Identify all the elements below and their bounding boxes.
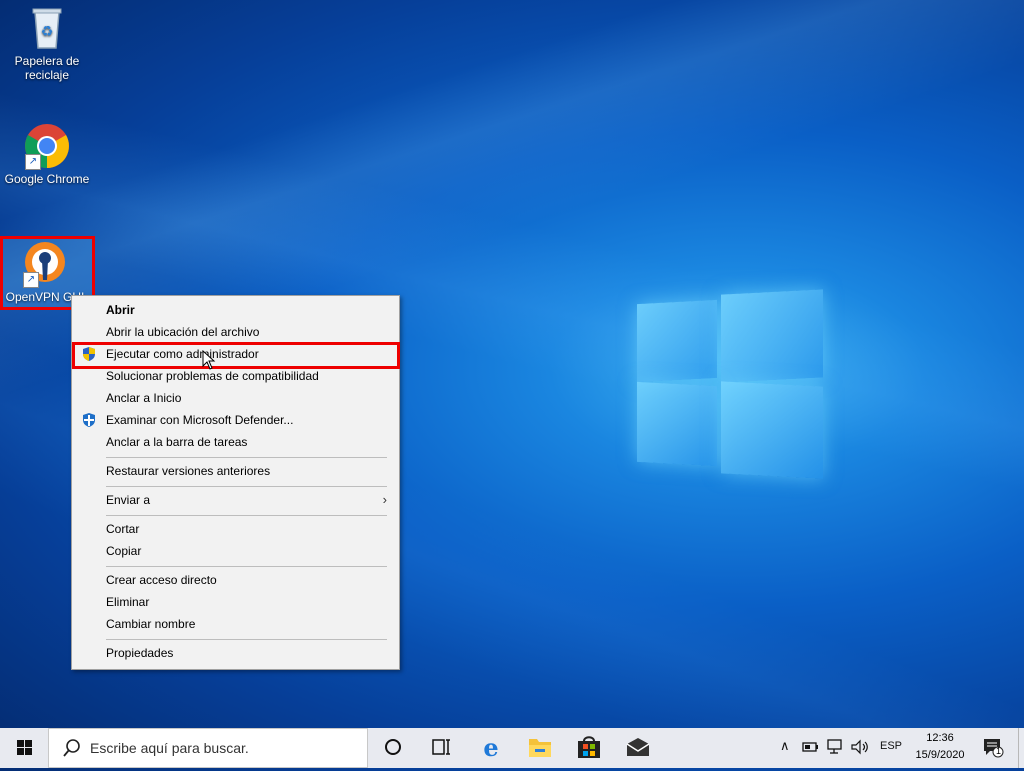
clock-time: 12:36 <box>926 732 954 744</box>
start-button[interactable] <box>0 728 48 768</box>
desktop-icon-recycle-bin[interactable]: ♻ Papelera de reciclaje <box>2 4 92 82</box>
menu-item-open[interactable]: Abrir <box>72 299 399 321</box>
menu-item-label: Propiedades <box>106 646 174 660</box>
edge-button[interactable]: e <box>467 728 515 768</box>
menu-item-delete[interactable]: Eliminar <box>72 591 399 613</box>
desktop-icon-label: Google Chrome <box>4 172 90 186</box>
clock-date: 15/9/2020 <box>915 749 965 761</box>
desktop-icon-label: reciclaje <box>24 68 69 82</box>
menu-item-label: Examinar con Microsoft Defender... <box>106 413 294 427</box>
menu-item-restore-versions[interactable]: Restaurar versiones anteriores <box>72 460 399 482</box>
menu-item-label: Anclar a Inicio <box>106 391 182 405</box>
clock[interactable]: 12:36 15/9/2020 <box>908 730 972 764</box>
windows-start-icon <box>17 740 32 755</box>
menu-item-pin-to-start[interactable]: Anclar a Inicio <box>72 387 399 409</box>
action-center-button[interactable]: 1 <box>982 736 1004 758</box>
notification-count-badge: 1 <box>995 746 1001 756</box>
wallpaper-windows-logo <box>637 288 823 479</box>
shortcut-arrow-icon: ↗ <box>25 154 41 170</box>
chevron-right-icon: › <box>382 492 387 507</box>
taskbar: Escribe aquí para buscar. e ∧ ESP 12:36 … <box>0 728 1024 768</box>
menu-item-send-to[interactable]: Enviar a › <box>72 489 399 511</box>
cortana-circle-icon <box>385 739 401 755</box>
network-icon[interactable] <box>826 739 844 755</box>
menu-item-label: Anclar a la barra de tareas <box>106 435 248 449</box>
menu-item-label: Cortar <box>106 522 140 536</box>
recycle-bin-icon: ♻ <box>23 4 71 52</box>
edge-icon: e <box>483 733 498 762</box>
menu-item-rename[interactable]: Cambiar nombre <box>72 613 399 635</box>
menu-item-label: Abrir <box>106 303 135 317</box>
battery-icon[interactable] <box>802 740 820 754</box>
menu-item-copy[interactable]: Copiar <box>72 540 399 562</box>
search-placeholder: Escribe aquí para buscar. <box>90 740 249 756</box>
menu-item-scan-defender[interactable]: Examinar con Microsoft Defender... <box>72 409 399 431</box>
mail-icon <box>626 738 650 756</box>
chevron-up-icon[interactable]: ∧ <box>780 738 790 754</box>
defender-icon <box>81 412 97 428</box>
menu-item-label: Restaurar versiones anteriores <box>106 464 271 478</box>
menu-separator <box>106 566 387 567</box>
search-box[interactable]: Escribe aquí para buscar. <box>48 728 368 768</box>
menu-separator <box>106 515 387 516</box>
menu-item-label: Abrir la ubicación del archivo <box>106 325 260 339</box>
svg-text:♻: ♻ <box>41 23 54 39</box>
menu-separator <box>106 486 387 487</box>
microsoft-store-icon <box>578 736 600 758</box>
cortana-button[interactable] <box>369 728 417 768</box>
menu-separator <box>106 639 387 640</box>
task-view-button[interactable] <box>417 728 465 768</box>
menu-item-label: Eliminar <box>106 595 150 609</box>
language-indicator[interactable]: ESP <box>880 740 902 752</box>
menu-item-open-location[interactable]: Abrir la ubicación del archivo <box>72 321 399 343</box>
menu-item-label: Enviar a <box>106 493 151 507</box>
menu-item-pin-to-taskbar[interactable]: Anclar a la barra de tareas <box>72 431 399 453</box>
desktop-icon-chrome[interactable]: ↗ Google Chrome <box>2 122 92 186</box>
menu-item-cut[interactable]: Cortar <box>72 518 399 540</box>
system-tray: ∧ ESP <box>776 728 906 768</box>
file-explorer-button[interactable] <box>516 728 564 768</box>
openvpn-icon: ↗ <box>21 240 69 288</box>
shortcut-arrow-icon: ↗ <box>23 272 39 288</box>
svg-text:e: e <box>483 733 498 762</box>
run-as-admin-highlight <box>72 342 400 369</box>
menu-separator <box>106 457 387 458</box>
mail-button[interactable] <box>614 728 662 768</box>
desktop-icon-label: Papelera de <box>14 54 80 68</box>
mouse-cursor-icon <box>202 349 216 373</box>
menu-item-label: Crear acceso directo <box>106 573 217 587</box>
search-icon <box>62 738 82 761</box>
chrome-icon: ↗ <box>23 122 71 170</box>
volume-icon[interactable] <box>850 739 870 755</box>
folder-icon <box>529 739 551 757</box>
show-desktop-button[interactable] <box>1018 728 1024 768</box>
menu-item-properties[interactable]: Propiedades <box>72 642 399 664</box>
menu-item-label: Copiar <box>106 544 142 558</box>
menu-item-label: Cambiar nombre <box>106 617 196 631</box>
store-button[interactable] <box>565 728 613 768</box>
menu-item-create-shortcut[interactable]: Crear acceso directo <box>72 569 399 591</box>
task-view-icon <box>432 739 450 755</box>
